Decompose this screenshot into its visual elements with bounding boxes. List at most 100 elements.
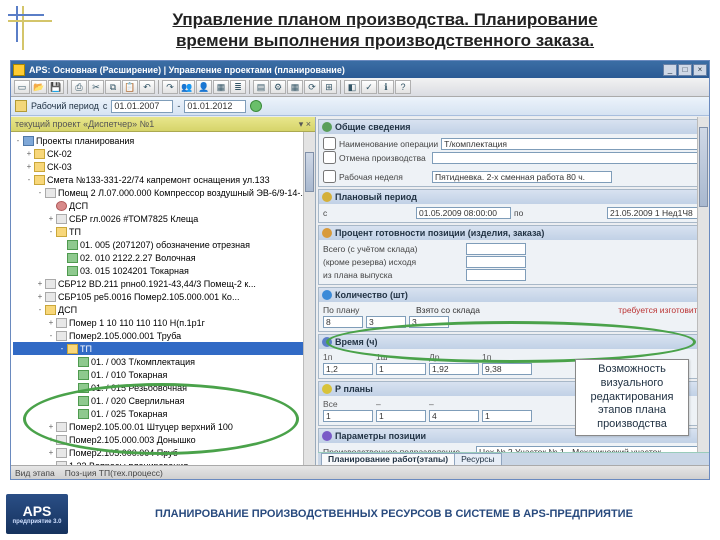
calendar-button[interactable]: ▦ bbox=[287, 80, 303, 94]
cut-button[interactable]: ✂ bbox=[88, 80, 104, 94]
tree-row[interactable]: -ДСП bbox=[13, 303, 313, 316]
chart-button[interactable]: ▤ bbox=[253, 80, 269, 94]
copy-button[interactable]: ⧉ bbox=[105, 80, 121, 94]
folder-icon bbox=[67, 344, 78, 354]
apply-period-icon[interactable] bbox=[250, 100, 262, 112]
aps-logo: APS предприятие 3.0 bbox=[6, 494, 68, 534]
tree-row[interactable]: +Помер 1 10 110 110 110 Н(п.1р1г bbox=[13, 316, 313, 329]
tree-row[interactable]: 02. 010 2122.2.27 Волочная bbox=[13, 251, 313, 264]
tree-row[interactable]: -ТП bbox=[13, 225, 313, 238]
tree-row[interactable]: +СБР гл.0026 #ТОМ7825 Клеща bbox=[13, 212, 313, 225]
project-tree[interactable]: -Проекты планирования+СК-02+СК-03-Смета … bbox=[11, 132, 315, 465]
doc-icon bbox=[56, 448, 67, 458]
print-button[interactable]: ⎙ bbox=[71, 80, 87, 94]
tree-row[interactable]: 01. / 010 Токарная bbox=[13, 368, 313, 381]
tree-row[interactable]: 01. / 003 Т/комплектация bbox=[13, 355, 313, 368]
app-icon bbox=[13, 64, 25, 76]
grn-icon bbox=[78, 357, 89, 367]
date-to[interactable]: 01.01.2012 bbox=[184, 100, 246, 113]
grn-icon bbox=[78, 370, 89, 380]
plan-dot-icon bbox=[322, 192, 332, 202]
slide-footer: APS предприятие 3.0 ПЛАНИРОВАНИЕ ПРОИЗВО… bbox=[0, 492, 720, 536]
time-dot-icon bbox=[322, 337, 332, 347]
folder-icon bbox=[34, 162, 45, 172]
info-button[interactable]: ℹ bbox=[378, 80, 394, 94]
tree-row[interactable]: +СК-03 bbox=[13, 160, 313, 173]
open-button[interactable]: 📂 bbox=[31, 80, 47, 94]
week-checkbox[interactable] bbox=[323, 170, 336, 183]
status-dot-icon bbox=[322, 122, 332, 132]
tree-row[interactable]: -Проекты планирования bbox=[13, 134, 313, 147]
tree-row[interactable]: -Смета №133-331-22/74 капремонт оснащени… bbox=[13, 173, 313, 186]
check-button[interactable]: ✓ bbox=[361, 80, 377, 94]
slide-title: Управление планом производства. Планиров… bbox=[70, 9, 700, 52]
tree-row[interactable]: 01. / 025 Токарная bbox=[13, 407, 313, 420]
tree-row[interactable]: +Помер2.105.000.003 Донышко bbox=[13, 433, 313, 446]
left-panel-controls[interactable]: ▾ × bbox=[299, 119, 311, 130]
date-from[interactable]: 01.01.2007 bbox=[111, 100, 173, 113]
tree-row[interactable]: +СК-02 bbox=[13, 147, 313, 160]
tree-row[interactable]: ДСП bbox=[13, 199, 313, 212]
red-icon bbox=[56, 201, 67, 211]
tree-row[interactable]: -Помер2.105.000.001 Труба bbox=[13, 329, 313, 342]
grn-icon bbox=[78, 409, 89, 419]
section-plan-period: Плановый период с 01.05.2009 08:00:00 по… bbox=[318, 189, 707, 223]
grn-icon bbox=[67, 253, 78, 263]
undo-button[interactable]: ↶ bbox=[139, 80, 155, 94]
tree-row[interactable]: -Помещ 2 Л.07.000.000 Компрессор воздушн… bbox=[13, 186, 313, 199]
min-button[interactable]: _ bbox=[663, 64, 677, 76]
left-panel-header: текущий проект «Диспетчер» №1 ▾ × bbox=[11, 117, 315, 132]
week-value[interactable]: Пятидневка. 2-х сменная работа 80 ч. bbox=[432, 171, 612, 183]
folder-icon bbox=[56, 227, 67, 237]
plan-to[interactable]: 21.05.2009 1 Нед1Ч8 bbox=[607, 207, 702, 219]
app-window: APS: Основная (Расширение) | Управление … bbox=[10, 60, 710, 480]
doc-icon bbox=[56, 422, 67, 432]
folder-icon bbox=[45, 305, 56, 315]
file-button[interactable]: ▭ bbox=[14, 80, 30, 94]
help-button[interactable]: ? bbox=[395, 80, 411, 94]
users-button[interactable]: 👥 bbox=[179, 80, 195, 94]
bottom-tabs: Планирование работ(этапы) Ресурсы bbox=[318, 452, 709, 466]
tree-row[interactable]: +СБР12 ВD.211 pnно0.1921-43,44/3 Помещ-2… bbox=[13, 277, 313, 290]
plan-from[interactable]: 01.05.2009 08:00:00 bbox=[416, 207, 511, 219]
palette-button[interactable]: ◧ bbox=[344, 80, 360, 94]
tree-scrollbar[interactable] bbox=[303, 132, 315, 465]
tree-button[interactable]: ⊞ bbox=[321, 80, 337, 94]
section-readiness: Процент готовности позиции (изделия, зак… bbox=[318, 225, 707, 285]
callout-box: Возможность визуального редактирования э… bbox=[575, 359, 689, 436]
doc-icon bbox=[45, 292, 56, 302]
paste-button[interactable]: 📋 bbox=[122, 80, 138, 94]
tree-row[interactable]: +Помер2.105.00.01 Штуцер верхний 100 bbox=[13, 420, 313, 433]
tree-row[interactable]: -ТП bbox=[13, 342, 313, 355]
main-toolbar: ▭📂💾⎙✂⧉📋↶↷👥👤▦≣▤⚙▦⟳⊞◧✓ℹ? bbox=[11, 78, 709, 97]
left-panel: текущий проект «Диспетчер» №1 ▾ × -Проек… bbox=[11, 117, 316, 465]
folder-icon bbox=[34, 149, 45, 159]
footer-text: ПЛАНИРОВАНИЕ ПРОИЗВОДСТВЕННЫХ РЕСУРСОВ В… bbox=[68, 508, 720, 520]
max-button[interactable]: □ bbox=[678, 64, 692, 76]
user-button[interactable]: 👤 bbox=[196, 80, 212, 94]
refresh-button[interactable]: ⟳ bbox=[304, 80, 320, 94]
tree-row[interactable]: +СБР105 ре5.0016 Помер2.105.000.001 Ко..… bbox=[13, 290, 313, 303]
grn-icon bbox=[67, 266, 78, 276]
save-button[interactable]: 💾 bbox=[48, 80, 64, 94]
tree-row[interactable]: 03. 015 1024201 Токарная bbox=[13, 264, 313, 277]
statusbar: Вид этапа Поз-ция ТП(тех.процесс) bbox=[11, 465, 709, 479]
blue-icon bbox=[23, 136, 34, 146]
gear-button[interactable]: ⚙ bbox=[270, 80, 286, 94]
param-dot-icon bbox=[322, 431, 332, 441]
period-label: Рабочий период bbox=[31, 101, 99, 111]
tree-row[interactable]: +Помер2.105.000.004 Пруб bbox=[13, 446, 313, 459]
section-quantity: Количество (шт) По плану Взято со склада… bbox=[318, 287, 707, 332]
doc-icon bbox=[56, 331, 67, 341]
grid-button[interactable]: ▦ bbox=[213, 80, 229, 94]
list-button[interactable]: ≣ bbox=[230, 80, 246, 94]
tree-row[interactable]: 01. / 015 Резьбовочная bbox=[13, 381, 313, 394]
redo-button[interactable]: ↷ bbox=[162, 80, 178, 94]
right-scrollbar[interactable] bbox=[697, 117, 709, 465]
close-button[interactable]: × bbox=[693, 64, 707, 76]
section-general: Общие сведения Наименование операцииТ/ко… bbox=[318, 119, 707, 187]
tree-row[interactable]: 01. / 020 Сверлильная bbox=[13, 394, 313, 407]
tree-row[interactable]: 01. 005 (2071207) обозначение отрезная bbox=[13, 238, 313, 251]
date-bar: Рабочий период с 01.01.2007 - 01.01.2012 bbox=[11, 97, 709, 116]
folder-icon bbox=[34, 175, 45, 185]
